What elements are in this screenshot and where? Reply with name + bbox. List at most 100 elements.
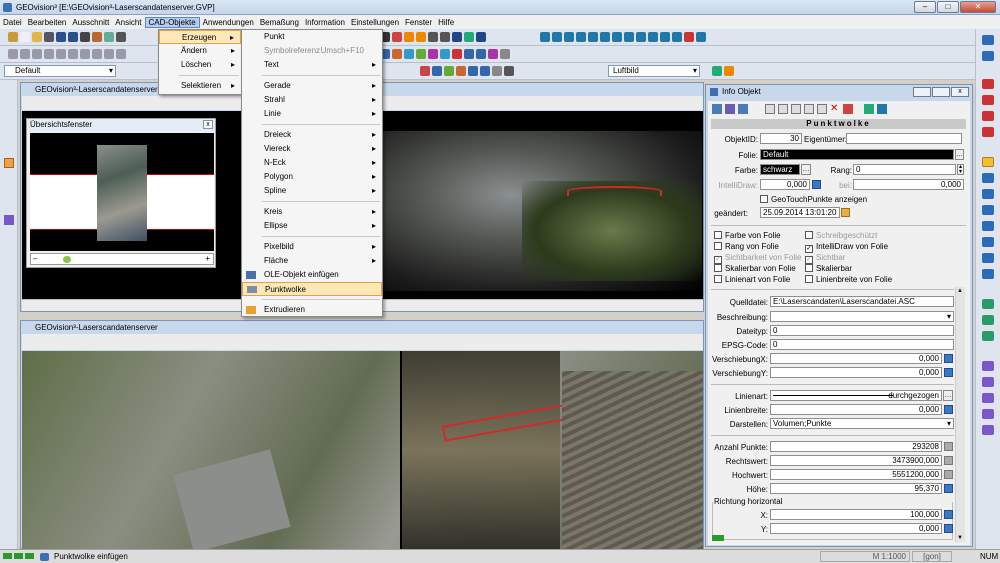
menu-item-punkt[interactable]: Punkt	[242, 30, 382, 44]
menu-item-text[interactable]: Text	[242, 58, 382, 72]
snap-tools[interactable]	[8, 49, 126, 60]
menu-fenster[interactable]: Fenster	[402, 18, 435, 27]
arrow-icon[interactable]	[982, 111, 994, 121]
file-tools[interactable]	[8, 32, 126, 43]
rang-spinner[interactable]: ▴ ▾	[957, 164, 964, 175]
menu-item-viereck[interactable]: Viereck	[242, 142, 382, 156]
cb-sichtbar[interactable]: ✓ Sichtbar	[805, 253, 845, 264]
tool-icon[interactable]	[982, 315, 994, 325]
folie-browse-button[interactable]: …	[955, 149, 964, 160]
cb-intellidraw-von-folie[interactable]: ✓ IntelliDraw von Folie	[805, 242, 888, 253]
zoom-icon[interactable]	[982, 237, 994, 247]
menu-item-dreieck[interactable]: Dreieck	[242, 128, 382, 142]
verschiebungy-field[interactable]: 0,000	[770, 367, 942, 378]
cb-rang-von-folie[interactable]: Rang von Folie	[714, 242, 779, 251]
maximize-button[interactable]	[932, 87, 950, 97]
beschreibung-select[interactable]: ▾	[770, 311, 954, 322]
cb-farbe-von-folie[interactable]: Farbe von Folie	[714, 231, 781, 240]
calc-icon[interactable]	[944, 524, 953, 533]
epsg-field[interactable]: 0	[770, 339, 954, 350]
cb-sichtbarkeit-von-folie[interactable]: ✓ Sichtbarkeit von Folie	[714, 253, 801, 264]
tool-icon[interactable]	[982, 393, 994, 403]
close-button[interactable]: ✕	[960, 1, 996, 13]
zoom-icon[interactable]	[982, 173, 994, 183]
menu-item-spline[interactable]: Spline	[242, 184, 382, 198]
calc-icon[interactable]	[944, 354, 953, 363]
menu-item-ellipse[interactable]: Ellipse	[242, 219, 382, 233]
menu-item-erzeugen[interactable]: Erzeugen	[159, 30, 241, 45]
menu-item-polygon[interactable]: Polygon	[242, 170, 382, 184]
menu-anwendungen[interactable]: Anwendungen	[200, 18, 257, 27]
quelldatei-field[interactable]: E:\Laserscandaten\Laserscandatei.ASC	[770, 296, 954, 307]
zoom-icon[interactable]	[982, 51, 994, 61]
geaendert-field[interactable]: 25.09.2014 13:01:20	[760, 207, 840, 218]
zoom-in-icon[interactable]	[982, 157, 994, 167]
zoom-icon[interactable]	[982, 35, 994, 45]
cb-linienart-von-folie[interactable]: Linienart von Folie	[714, 275, 790, 284]
menu-item-aendern[interactable]: Ändern	[159, 44, 241, 58]
calc-icon[interactable]	[944, 470, 953, 479]
tool-icon[interactable]	[4, 158, 14, 168]
menu-item-pixelbild[interactable]: Pixelbild	[242, 240, 382, 254]
close-icon[interactable]: x	[203, 120, 213, 129]
darstellen-select[interactable]: Volumen;Punkte ▾	[770, 418, 954, 429]
farbe-browse-button[interactable]: …	[801, 164, 811, 175]
menu-cad-objekte[interactable]: CAD-Objekte	[144, 16, 200, 28]
farbe-field[interactable]: schwarz	[760, 164, 800, 175]
draw-tools[interactable]	[380, 32, 486, 43]
menu-item-kreis[interactable]: Kreis	[242, 205, 382, 219]
maximize-button[interactable]: □	[937, 1, 959, 13]
aerial-map-view[interactable]	[22, 351, 703, 550]
image-select[interactable]: Luftbild ▾	[608, 65, 700, 77]
style-tools[interactable]	[420, 66, 514, 77]
cb-skalierbar[interactable]: Skalierbar	[805, 264, 852, 273]
menu-einstellungen[interactable]: Einstellungen	[348, 18, 402, 27]
hochwert-field[interactable]: 5551200,000	[770, 469, 942, 480]
folie-field[interactable]: Default	[760, 149, 954, 160]
y-field[interactable]: 0,000	[770, 523, 942, 534]
close-button[interactable]: x	[951, 87, 969, 97]
cb-skalierbar-von-folie[interactable]: Skalierbar von Folie	[714, 264, 796, 273]
menu-item-loeschen[interactable]: Löschen	[159, 58, 241, 72]
zoom-icon[interactable]	[982, 189, 994, 199]
menu-item-punktwolke[interactable]: Punktwolke	[242, 282, 382, 296]
vertical-scrollbar[interactable]: ▲ ▼	[955, 287, 965, 542]
tool-icon[interactable]	[982, 331, 994, 341]
cb-linienbreite-von-folie[interactable]: Linienbreite von Folie	[805, 275, 892, 284]
menu-item-flaeche[interactable]: Fläche	[242, 254, 382, 268]
minimize-button[interactable]: –	[914, 1, 936, 13]
zoom-slider[interactable]: – +	[30, 253, 214, 265]
menu-ausschnitt[interactable]: Ausschnitt	[69, 18, 112, 27]
menu-bearbeiten[interactable]: Bearbeiten	[25, 18, 70, 27]
zoom-icon[interactable]	[982, 253, 994, 263]
tool-icon[interactable]	[982, 409, 994, 419]
menu-item-gerade[interactable]: Gerade	[242, 79, 382, 93]
calc-icon[interactable]	[944, 405, 953, 414]
arrow-icon[interactable]	[982, 127, 994, 137]
dateityp-field[interactable]: 0	[770, 325, 954, 336]
x-field[interactable]: 100,000	[770, 509, 942, 520]
overview-map[interactable]	[30, 133, 214, 251]
tool-icon[interactable]	[4, 215, 14, 225]
verschiebungx-field[interactable]: 0,000	[770, 353, 942, 364]
arrow-icon[interactable]	[982, 79, 994, 89]
calc-icon[interactable]	[944, 484, 953, 493]
layer-select[interactable]: Default ▾	[4, 65, 116, 77]
hoehe-field[interactable]: 95,370	[770, 483, 942, 494]
objektid-field[interactable]: 30	[760, 133, 802, 144]
image-tools[interactable]	[712, 66, 734, 77]
linienbreite-field[interactable]: 0,000	[770, 404, 942, 415]
rechtswert-field[interactable]: 3473900,000	[770, 455, 942, 466]
intellidraw-field[interactable]: 0,000	[760, 179, 810, 190]
minimize-button[interactable]	[913, 87, 931, 97]
menu-item-ole-objekt[interactable]: OLE-Objekt einfügen	[242, 268, 382, 282]
cb-schreibgeschuetzt[interactable]: Schreibgeschützt	[805, 231, 877, 240]
arrow-icon[interactable]	[982, 95, 994, 105]
menu-item-linie[interactable]: Linie	[242, 107, 382, 121]
calendar-icon[interactable]	[841, 208, 850, 217]
view-tools[interactable]	[540, 32, 706, 43]
calc-icon[interactable]	[944, 368, 953, 377]
menu-ansicht[interactable]: Ansicht	[112, 18, 144, 27]
menu-item-n-eck[interactable]: N-Eck	[242, 156, 382, 170]
tool-icon[interactable]	[982, 299, 994, 309]
